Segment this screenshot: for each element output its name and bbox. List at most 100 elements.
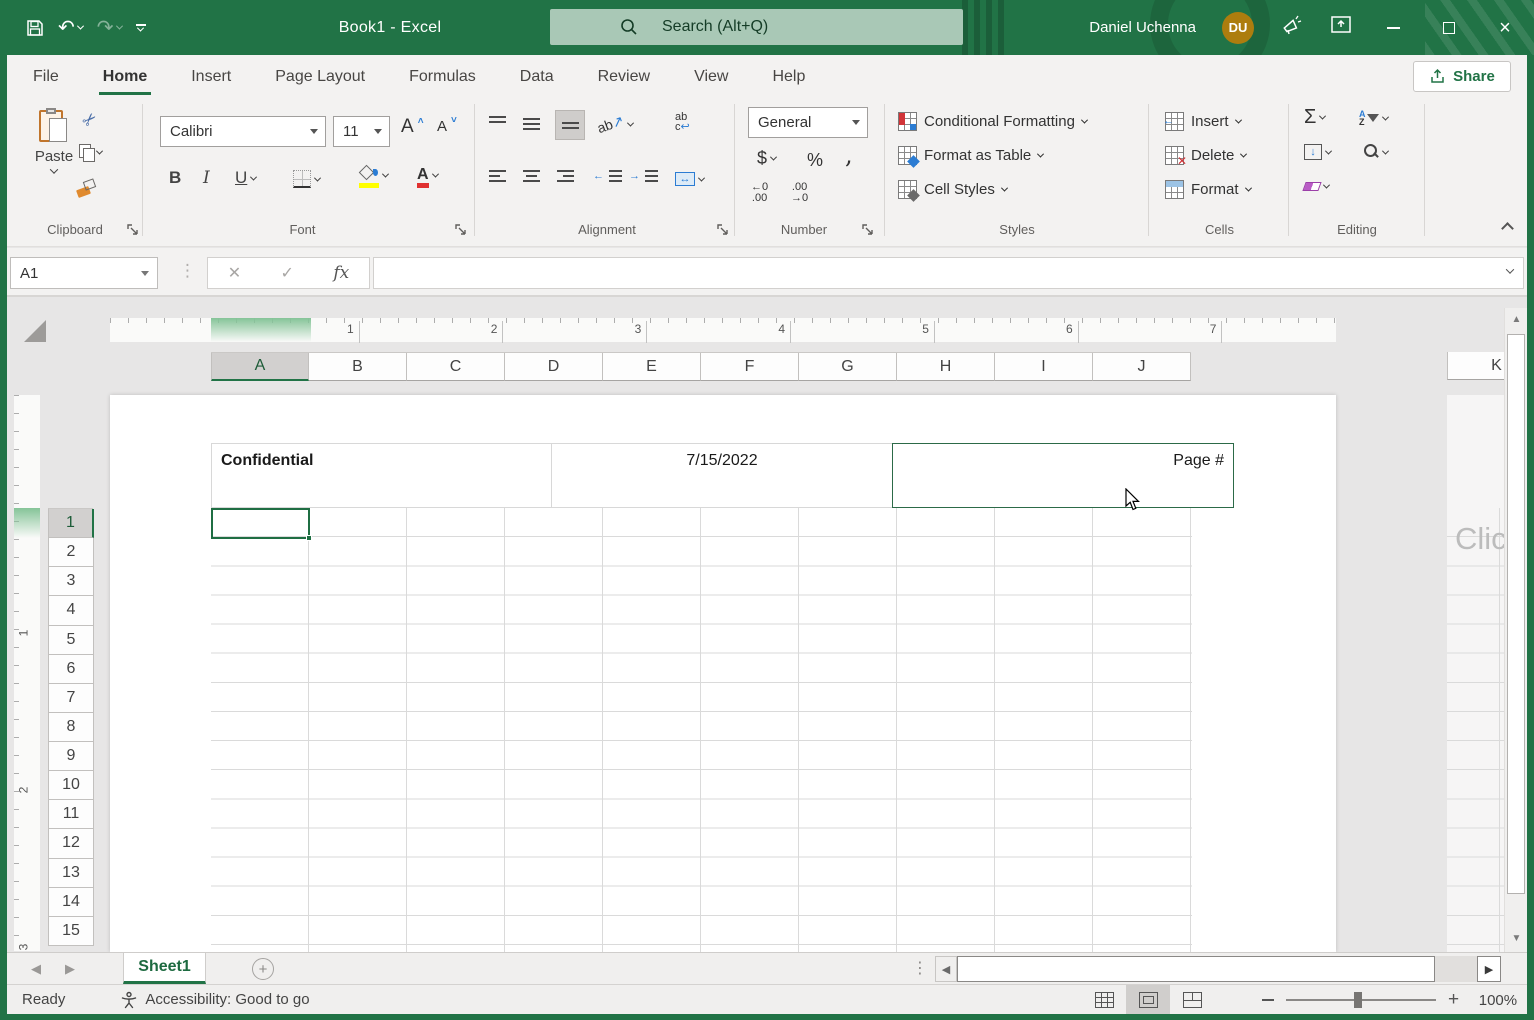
page-header-center[interactable]: 7/15/2022 [551, 443, 893, 508]
wrap-text-button[interactable]: abc↩ [675, 112, 690, 132]
minimize-button[interactable] [1378, 0, 1408, 55]
zoom-out-icon[interactable] [1262, 999, 1274, 1001]
vertical-scrollbar[interactable]: ▲ ▼ [1504, 308, 1527, 952]
expand-formula-bar-icon[interactable] [1507, 261, 1513, 279]
conditional-formatting-button[interactable]: Conditional Formatting [898, 106, 1087, 136]
avatar[interactable]: DU [1222, 12, 1254, 44]
page-layout-view-button[interactable] [1126, 985, 1170, 1015]
clear-button[interactable] [1304, 182, 1329, 191]
tab-view[interactable]: View [672, 55, 750, 98]
click-to-add-data-hint[interactable]: Clic [1455, 521, 1507, 557]
decrease-decimal-button[interactable]: .00 →0 [791, 182, 808, 204]
number-format-select[interactable]: General [748, 107, 868, 138]
row-header-4[interactable]: 4 [49, 596, 94, 625]
coming-soon-icon[interactable] [1280, 13, 1304, 42]
row-header-7[interactable]: 7 [49, 684, 94, 713]
tab-file[interactable]: File [11, 55, 81, 98]
formula-input[interactable] [373, 257, 1524, 289]
format-painter-button[interactable] [77, 180, 95, 196]
sheet-tab-sheet1[interactable]: Sheet1 [123, 953, 206, 984]
merge-center-button[interactable]: ↔ [675, 172, 704, 186]
font-family-select[interactable]: Calibri [160, 116, 326, 147]
find-select-button[interactable] [1363, 144, 1388, 160]
normal-view-button[interactable] [1082, 985, 1126, 1015]
row-header-8[interactable]: 8 [49, 713, 94, 742]
row-header-13[interactable]: 13 [49, 859, 94, 888]
scroll-right-icon[interactable]: ▶ [1477, 956, 1501, 982]
ribbon-display-options-icon[interactable] [1330, 15, 1352, 40]
fill-handle[interactable] [306, 535, 312, 541]
paste-button[interactable]: Paste [27, 106, 81, 198]
fill-button[interactable]: ↓ [1304, 144, 1331, 160]
next-sheet-icon[interactable]: ▶ [55, 953, 85, 985]
row-header-10[interactable]: 10 [49, 771, 94, 800]
vertical-scrollbar-thumb[interactable] [1507, 334, 1525, 894]
number-dialog-launcher-icon[interactable] [862, 224, 875, 237]
row-header-9[interactable]: 9 [49, 742, 94, 771]
row-header-11[interactable]: 11 [49, 800, 94, 829]
column-header-g[interactable]: G [799, 353, 897, 381]
name-box-resize-handle[interactable]: ⋮ [179, 261, 196, 281]
shrink-font-button[interactable]: A˅ [437, 118, 457, 135]
column-header-h[interactable]: H [897, 353, 995, 381]
row-header-2[interactable]: 2 [49, 538, 94, 567]
row-header-1[interactable]: 1 [49, 509, 94, 538]
search-input[interactable]: Search (Alt+Q) [550, 9, 963, 45]
page-header-right[interactable]: Page # [892, 443, 1234, 508]
tab-review[interactable]: Review [576, 55, 672, 98]
page-header-left[interactable]: Confidential [211, 443, 552, 508]
clipboard-dialog-launcher-icon[interactable] [127, 224, 140, 237]
align-left-button[interactable] [489, 170, 506, 182]
scroll-down-icon[interactable]: ▼ [1505, 927, 1527, 950]
tab-help[interactable]: Help [750, 55, 827, 98]
align-bottom-button[interactable] [555, 110, 585, 140]
tab-insert[interactable]: Insert [169, 55, 253, 98]
horizontal-scrollbar-track[interactable] [1435, 956, 1477, 982]
fill-color-button[interactable] [359, 166, 388, 184]
selected-cell-a1[interactable] [211, 508, 310, 539]
grow-font-button[interactable]: A˄ [401, 116, 424, 138]
prev-sheet-icon[interactable]: ◀ [21, 953, 51, 985]
accounting-format-button[interactable]: $ [757, 148, 776, 169]
accessibility-status[interactable]: Accessibility: Good to go [120, 991, 309, 1009]
row-header-6[interactable]: 6 [49, 655, 94, 684]
column-header-a[interactable]: A [211, 353, 309, 381]
customize-qat-icon[interactable] [136, 24, 146, 32]
align-middle-button[interactable] [523, 118, 540, 130]
alignment-dialog-launcher-icon[interactable] [717, 224, 730, 237]
decrease-indent-button[interactable]: ← [593, 170, 626, 182]
redo-button[interactable]: ↷ [97, 15, 122, 40]
scroll-up-icon[interactable]: ▲ [1505, 308, 1527, 331]
row-header-14[interactable]: 14 [49, 888, 94, 917]
cut-button[interactable]: ✂ [83, 110, 97, 130]
collapse-ribbon-icon[interactable] [1501, 222, 1514, 235]
select-all-corner[interactable] [24, 320, 46, 342]
page-break-view-button[interactable] [1170, 985, 1214, 1015]
comma-style-button[interactable]: , [845, 150, 853, 160]
format-as-table-button[interactable]: Format as Table [898, 140, 1043, 170]
tabbar-resize-handle[interactable]: ⋮ [912, 958, 928, 978]
paste-dropdown-icon[interactable] [50, 165, 58, 173]
increase-decimal-button[interactable]: ←0 .00 [751, 182, 768, 204]
column-header-f[interactable]: F [701, 353, 799, 381]
horizontal-scrollbar-thumb[interactable] [957, 956, 1435, 982]
cell-grid[interactable] [211, 508, 1192, 952]
copy-button[interactable] [79, 144, 102, 160]
tab-data[interactable]: Data [498, 55, 576, 98]
name-box[interactable]: A1 [10, 257, 158, 289]
font-size-select[interactable]: 11 [333, 116, 390, 147]
underline-button[interactable]: U [235, 168, 256, 188]
percent-style-button[interactable]: % [807, 150, 823, 171]
zoom-in-icon[interactable]: + [1448, 995, 1459, 1005]
share-button[interactable]: Share [1413, 61, 1511, 92]
new-sheet-button[interactable]: + [252, 958, 274, 980]
column-header-i[interactable]: I [995, 353, 1093, 381]
row-header-5[interactable]: 5 [49, 626, 94, 655]
zoom-slider-thumb[interactable] [1354, 992, 1362, 1008]
tab-home[interactable]: Home [81, 55, 169, 98]
column-header-c[interactable]: C [407, 353, 505, 381]
increase-indent-button[interactable]: → [629, 170, 662, 182]
close-button[interactable]: × [1490, 0, 1520, 55]
font-dialog-launcher-icon[interactable] [455, 224, 468, 237]
save-icon[interactable] [26, 19, 44, 37]
